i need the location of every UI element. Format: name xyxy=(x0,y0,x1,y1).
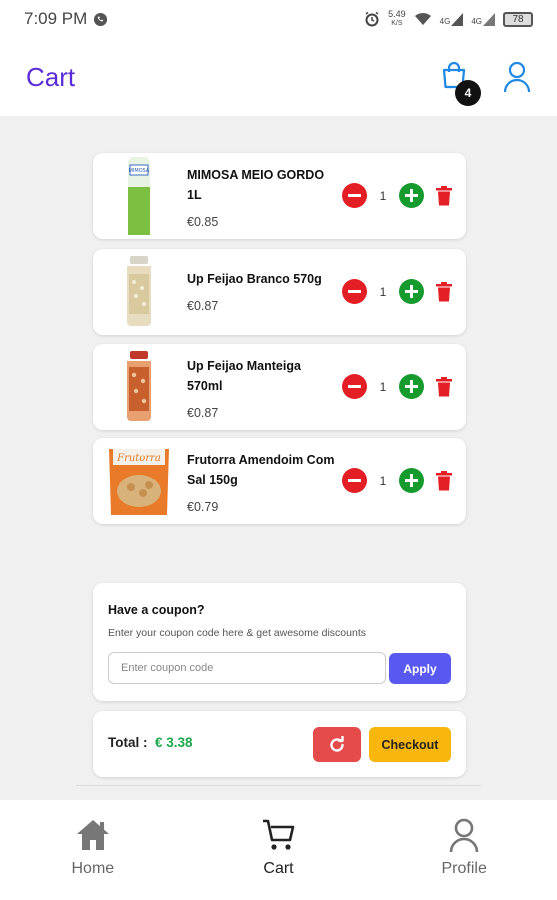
wifi-icon xyxy=(414,12,431,25)
nav-item-home[interactable]: Home xyxy=(0,800,186,900)
plus-icon xyxy=(405,285,418,298)
quantity-value: 1 xyxy=(379,284,387,299)
product-name: Up Feijao Branco 570g xyxy=(187,272,322,286)
cart-icon xyxy=(262,819,294,850)
delete-item-button[interactable] xyxy=(436,281,452,302)
coupon-input[interactable] xyxy=(108,652,386,684)
increase-quantity-button[interactable] xyxy=(399,183,424,208)
checkout-button[interactable]: Checkout xyxy=(369,727,451,762)
plus-icon xyxy=(405,380,418,393)
product-name: MIMOSA MEIO GORDO 1L xyxy=(187,168,325,202)
sim1-label: 4G xyxy=(439,16,451,26)
status-bar: 7:09 PM 5.49 K/S 4G 4G 78 xyxy=(0,0,557,38)
bottom-nav: Home Cart Profile xyxy=(0,800,557,900)
cart-bag-button[interactable]: 4 xyxy=(439,60,481,106)
cart-content: MIMOSA MIMOSA MEIO GORDO 1L €0.85 1 Up F… xyxy=(0,116,557,800)
whatsapp-icon xyxy=(94,12,108,26)
cart-item: MIMOSA MIMOSA MEIO GORDO 1L €0.85 1 xyxy=(93,153,466,239)
svg-text:MIMOSA: MIMOSA xyxy=(129,168,150,174)
cart-item: Frutorra Frutorra Amendoim Com Sal 150g … xyxy=(93,438,466,524)
account-button[interactable] xyxy=(503,61,531,93)
app-bar-actions: 4 xyxy=(439,60,531,106)
product-image: Frutorra xyxy=(107,444,171,518)
product-price: €0.85 xyxy=(187,215,219,229)
item-controls: 1 xyxy=(342,183,452,208)
product-image xyxy=(107,255,171,329)
status-time-group: 7:09 PM xyxy=(24,9,108,29)
trash-icon xyxy=(436,281,452,301)
product-name: Frutorra Amendoim Com Sal 150g xyxy=(187,453,335,487)
coupon-heading: Have a coupon? xyxy=(108,603,205,617)
user-icon xyxy=(503,61,531,93)
item-controls: 1 xyxy=(342,468,452,493)
coupon-card: Have a coupon? Enter your coupon code he… xyxy=(93,583,466,701)
svg-text:Frutorra: Frutorra xyxy=(116,453,161,464)
app-bar: Cart 4 xyxy=(0,38,557,116)
item-controls: 1 xyxy=(342,374,452,399)
signal-icon xyxy=(451,12,464,26)
plus-icon xyxy=(405,474,418,487)
total-label: Total : xyxy=(108,735,148,750)
sim1-signal: 4G xyxy=(439,12,464,26)
nav-label: Cart xyxy=(263,860,294,877)
product-name: Up Feijao Manteiga 570ml xyxy=(187,359,301,393)
cart-item: Up Feijao Branco 570g €0.87 1 xyxy=(93,249,466,335)
product-price: €0.87 xyxy=(187,406,219,420)
decrease-quantity-button[interactable] xyxy=(342,468,367,493)
decrease-quantity-button[interactable] xyxy=(342,183,367,208)
apply-coupon-button[interactable]: Apply xyxy=(389,653,451,684)
product-image xyxy=(107,350,171,424)
trash-icon xyxy=(436,376,452,396)
nav-label: Home xyxy=(71,860,115,877)
divider xyxy=(76,785,481,786)
net-speed: 5.49 K/S xyxy=(388,10,406,28)
decrease-quantity-button[interactable] xyxy=(342,279,367,304)
status-time: 7:09 PM xyxy=(24,9,88,28)
total-amount: € 3.38 xyxy=(155,735,193,750)
coupon-subtext: Enter your coupon code here & get awesom… xyxy=(108,627,366,639)
cart-item: Up Feijao Manteiga 570ml €0.87 1 xyxy=(93,344,466,430)
trash-icon xyxy=(436,185,452,205)
delete-item-button[interactable] xyxy=(436,376,452,397)
minus-icon xyxy=(348,290,361,293)
plus-icon xyxy=(405,189,418,202)
refresh-cart-button[interactable] xyxy=(313,727,361,762)
refresh-icon xyxy=(330,735,344,752)
page-title: Cart xyxy=(26,61,76,92)
quantity-value: 1 xyxy=(379,473,387,488)
status-right: 5.49 K/S 4G 4G 78 xyxy=(364,10,533,28)
signal-icon xyxy=(483,12,495,26)
increase-quantity-button[interactable] xyxy=(399,374,424,399)
cart-count-badge: 4 xyxy=(455,80,481,106)
profile-icon xyxy=(449,818,479,852)
net-speed-value: 5.49 xyxy=(388,9,406,19)
minus-icon xyxy=(348,385,361,388)
increase-quantity-button[interactable] xyxy=(399,279,424,304)
net-speed-unit: K/S xyxy=(391,20,403,27)
item-controls: 1 xyxy=(342,279,452,304)
home-icon xyxy=(76,820,109,850)
total-card: Total : € 3.38 Checkout xyxy=(93,711,466,777)
minus-icon xyxy=(348,194,361,197)
product-image: MIMOSA xyxy=(107,157,171,235)
decrease-quantity-button[interactable] xyxy=(342,374,367,399)
sim2-signal: 4G xyxy=(471,12,495,26)
nav-label: Profile xyxy=(441,860,487,877)
battery-icon: 78 xyxy=(503,11,533,27)
minus-icon xyxy=(348,479,361,482)
nav-item-profile[interactable]: Profile xyxy=(371,800,557,900)
nav-item-cart[interactable]: Cart xyxy=(186,800,372,900)
alarm-icon xyxy=(365,11,379,27)
delete-item-button[interactable] xyxy=(436,185,452,206)
quantity-value: 1 xyxy=(379,188,387,203)
product-price: €0.87 xyxy=(187,299,219,313)
increase-quantity-button[interactable] xyxy=(399,468,424,493)
quantity-value: 1 xyxy=(379,379,387,394)
trash-icon xyxy=(436,470,452,490)
sim2-label: 4G xyxy=(471,16,482,26)
delete-item-button[interactable] xyxy=(436,470,452,491)
product-price: €0.79 xyxy=(187,500,219,514)
